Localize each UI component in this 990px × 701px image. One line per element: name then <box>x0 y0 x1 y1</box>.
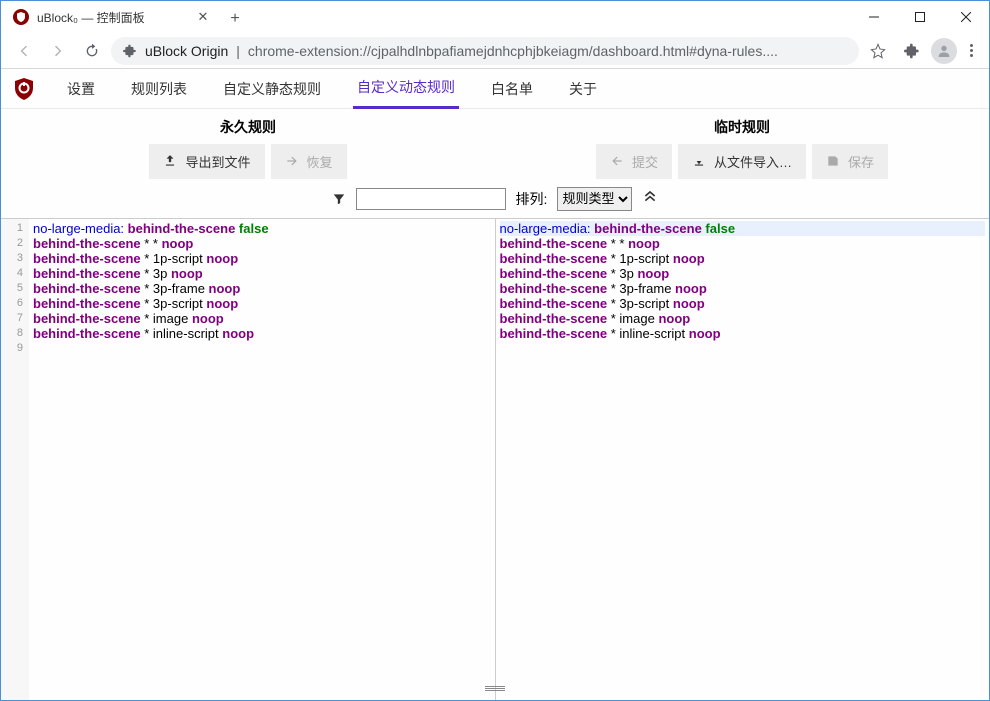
rule-line[interactable]: behind-the-scene * 3p-frame noop <box>33 281 491 296</box>
browser-tab[interactable]: uBlock₀ — 控制面板 ✕ <box>1 1 221 33</box>
revert-button: 恢复 <box>271 144 347 179</box>
revert-label: 恢复 <box>307 152 333 171</box>
collapse-button[interactable] <box>642 188 658 209</box>
rule-line[interactable]: behind-the-scene * 3p noop <box>500 266 986 281</box>
splitter-handle[interactable] <box>485 686 505 694</box>
rules-editors: 123456789 no-large-media: behind-the-sce… <box>1 219 989 700</box>
address-bar[interactable]: uBlock Origin | chrome-extension://cjpal… <box>111 37 859 65</box>
save-icon <box>826 154 840 168</box>
rule-line[interactable]: behind-the-scene * * noop <box>33 236 491 251</box>
browser-tab-title: uBlock₀ — 控制面板 <box>37 9 195 26</box>
address-origin: uBlock Origin <box>145 43 228 59</box>
ublock-logo-icon <box>13 78 35 100</box>
arrow-right-icon <box>285 154 299 168</box>
export-label: 导出到文件 <box>185 152 250 171</box>
filter-icon <box>332 192 346 206</box>
sort-select[interactable]: 规则类型 <box>557 187 632 211</box>
bookmark-button[interactable] <box>863 36 893 66</box>
rule-line[interactable]: no-large-media: behind-the-scene false <box>500 221 986 236</box>
tab-strip: uBlock₀ — 控制面板 ✕ + <box>1 1 851 33</box>
address-path: chrome-extension://cjpalhdlnbpafiamejdnh… <box>248 43 778 59</box>
code-left[interactable]: no-large-media: behind-the-scene falsebe… <box>29 219 495 700</box>
permanent-actions: 导出到文件 恢复 <box>1 143 495 179</box>
permanent-rules-editor[interactable]: 123456789 no-large-media: behind-the-sce… <box>1 219 496 700</box>
import-label: 从文件导入… <box>714 152 792 171</box>
rule-line[interactable]: behind-the-scene * * noop <box>500 236 986 251</box>
reload-button[interactable] <box>77 36 107 66</box>
rule-line[interactable]: behind-the-scene * 3p noop <box>33 266 491 281</box>
tab-about[interactable]: 关于 <box>565 69 601 109</box>
chevron-double-up-icon <box>642 188 658 204</box>
code-right[interactable]: no-large-media: behind-the-scene falsebe… <box>496 219 990 700</box>
rule-line[interactable]: no-large-media: behind-the-scene false <box>33 221 491 236</box>
close-window-button[interactable] <box>943 1 989 33</box>
dashboard-tabs: 设置 规则列表 自定义静态规则 自定义动态规则 白名单 关于 <box>1 69 989 109</box>
address-separator: | <box>236 43 240 59</box>
rules-headers: 永久规则 临时规则 <box>1 109 989 139</box>
extension-icon <box>123 44 137 58</box>
rule-line[interactable]: behind-the-scene * 3p-frame noop <box>500 281 986 296</box>
window-controls <box>851 1 989 33</box>
minimize-button[interactable] <box>851 1 897 33</box>
menu-button[interactable] <box>961 44 981 57</box>
rule-line[interactable]: behind-the-scene * inline-script noop <box>500 326 986 341</box>
rule-line[interactable]: behind-the-scene * inline-script noop <box>33 326 491 341</box>
ublock-dashboard: 设置 规则列表 自定义静态规则 自定义动态规则 白名单 关于 永久规则 临时规则… <box>1 69 989 700</box>
forward-button[interactable] <box>43 36 73 66</box>
import-button[interactable]: 从文件导入… <box>678 144 806 179</box>
save-label: 保存 <box>848 152 874 171</box>
tab-filter-lists[interactable]: 规则列表 <box>127 69 191 109</box>
sort-label: 排列: <box>516 189 548 209</box>
browser-toolbar: uBlock Origin | chrome-extension://cjpal… <box>1 33 989 69</box>
temporary-actions: 提交 从文件导入… 保存 <box>495 143 989 179</box>
rule-line[interactable]: behind-the-scene * image noop <box>500 311 986 326</box>
export-button[interactable]: 导出到文件 <box>149 144 264 179</box>
tab-static-rules[interactable]: 自定义静态规则 <box>219 69 325 109</box>
rule-line[interactable]: behind-the-scene * 1p-script noop <box>500 251 986 266</box>
arrow-left-icon <box>610 154 624 168</box>
filter-input[interactable] <box>356 188 506 210</box>
temporary-rules-header: 临时规则 <box>495 109 989 139</box>
profile-avatar[interactable] <box>931 38 957 64</box>
rules-actions: 导出到文件 恢复 提交 从文件导入… 保存 <box>1 139 989 183</box>
commit-label: 提交 <box>632 152 658 171</box>
maximize-button[interactable] <box>897 1 943 33</box>
download-icon <box>692 154 706 168</box>
extensions-button[interactable] <box>897 36 927 66</box>
filter-row: 排列: 规则类型 <box>1 183 989 219</box>
back-button[interactable] <box>9 36 39 66</box>
commit-button: 提交 <box>596 144 672 179</box>
new-tab-button[interactable]: + <box>221 5 249 33</box>
tab-settings[interactable]: 设置 <box>63 69 99 109</box>
permanent-rules-header: 永久规则 <box>1 109 495 139</box>
browser-titlebar: uBlock₀ — 控制面板 ✕ + <box>1 1 989 33</box>
ublock-favicon <box>13 9 29 25</box>
tab-whitelist[interactable]: 白名单 <box>487 69 537 109</box>
rule-line[interactable]: behind-the-scene * image noop <box>33 311 491 326</box>
rule-line[interactable]: behind-the-scene * 3p-script noop <box>33 296 491 311</box>
upload-icon <box>163 154 177 168</box>
close-tab-icon[interactable]: ✕ <box>195 9 211 25</box>
rule-line[interactable]: behind-the-scene * 3p-script noop <box>500 296 986 311</box>
temporary-rules-editor[interactable]: no-large-media: behind-the-scene falsebe… <box>496 219 990 700</box>
tab-dynamic-rules[interactable]: 自定义动态规则 <box>353 69 459 109</box>
save-button: 保存 <box>812 144 888 179</box>
line-gutter-left: 123456789 <box>1 219 29 700</box>
rule-line[interactable]: behind-the-scene * 1p-script noop <box>33 251 491 266</box>
